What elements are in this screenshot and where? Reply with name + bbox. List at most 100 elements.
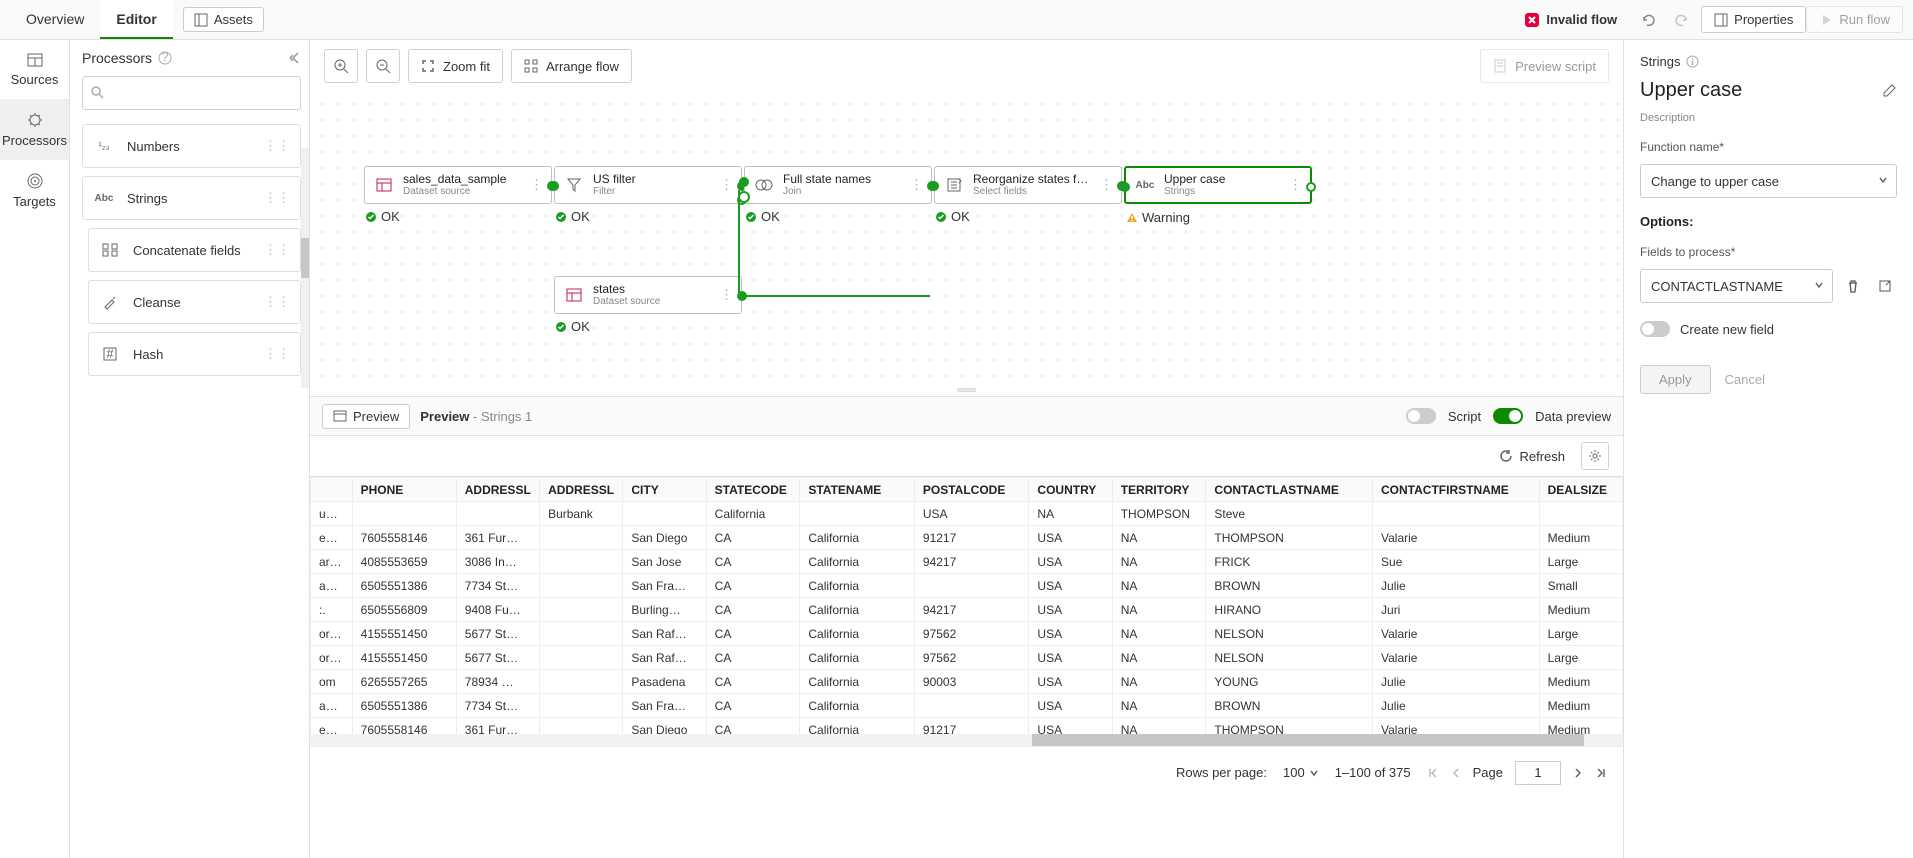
search-icon bbox=[90, 85, 104, 99]
properties-button[interactable]: Properties bbox=[1701, 6, 1806, 33]
column-header[interactable]: CONTACTFIRSTNAME bbox=[1373, 478, 1540, 502]
vertical-resize-handle[interactable]: ══ bbox=[310, 382, 1623, 396]
column-header[interactable]: POSTALCODE bbox=[914, 478, 1029, 502]
node-upper-case[interactable]: Abc Upper caseStrings ⋮ Warning bbox=[1124, 166, 1312, 204]
column-header[interactable]: CONTACTLASTNAME bbox=[1206, 478, 1373, 502]
invalid-flow-indicator: Invalid flow bbox=[1512, 12, 1629, 28]
table-row[interactable]: ors Ltd.41555514505677 St…San Raf…CACali… bbox=[311, 646, 1623, 670]
panel-right-icon bbox=[1714, 13, 1728, 27]
apply-button[interactable]: Apply bbox=[1640, 365, 1711, 394]
rail-sources[interactable]: Sources bbox=[0, 40, 69, 99]
processor-concatenate[interactable]: Concatenate fields ⋮⋮ bbox=[88, 228, 301, 272]
node-menu-icon[interactable]: ⋮ bbox=[910, 177, 923, 193]
table-row[interactable]: as Co.65055513867734 St…San Fra…CACalifo… bbox=[311, 694, 1623, 718]
delete-field-button[interactable] bbox=[1841, 274, 1865, 298]
node-states[interactable]: statesDataset source ⋮ OK bbox=[554, 276, 742, 314]
column-header[interactable]: ADDRESSL bbox=[456, 478, 539, 502]
script-toggle-label: Script bbox=[1448, 409, 1481, 424]
zoom-out-button[interactable] bbox=[366, 49, 400, 83]
fields-to-process-select[interactable] bbox=[1640, 269, 1833, 303]
table-row[interactable]: om626555726578934 …PasadenaCACalifornia9… bbox=[311, 670, 1623, 694]
node-us-filter[interactable]: US filterFilter ⋮ OK bbox=[554, 166, 742, 204]
table-row[interactable]: :.65055568099408 Fu…Burling…CACalifornia… bbox=[311, 598, 1623, 622]
node-status: OK bbox=[745, 209, 780, 224]
data-preview-toggle[interactable] bbox=[1493, 408, 1523, 424]
table-row[interactable]: as Co.65055513867734 St…San Fra…CACalifo… bbox=[311, 574, 1623, 598]
function-name-select[interactable] bbox=[1640, 164, 1897, 198]
data-grid[interactable]: PHONEADDRESSLADDRESSLCITYSTATECODESTATEN… bbox=[310, 476, 1623, 734]
next-page-button[interactable] bbox=[1573, 767, 1583, 779]
flow-canvas[interactable]: sales_data_sampleDataset source ⋮ OK US … bbox=[310, 92, 1623, 382]
node-menu-icon[interactable]: ⋮ bbox=[530, 177, 543, 193]
zoom-fit-icon bbox=[421, 59, 435, 73]
table-settings-button[interactable] bbox=[1581, 442, 1609, 470]
run-flow-button[interactable]: Run flow bbox=[1806, 6, 1903, 33]
error-icon bbox=[1524, 12, 1540, 28]
expand-field-button[interactable] bbox=[1873, 274, 1897, 298]
preview-chip[interactable]: Preview bbox=[322, 404, 410, 429]
processor-numbers[interactable]: ¹₂₃ Numbers ⋮⋮ bbox=[82, 124, 301, 168]
strings-icon: Abc bbox=[95, 193, 113, 204]
column-header[interactable]: STATENAME bbox=[800, 478, 915, 502]
processor-search-input[interactable] bbox=[82, 76, 301, 110]
prev-page-button[interactable] bbox=[1451, 767, 1461, 779]
column-header[interactable]: COUNTRY bbox=[1029, 478, 1112, 502]
page-input[interactable] bbox=[1515, 761, 1561, 785]
help-icon[interactable]: ? bbox=[158, 51, 172, 65]
node-reorganize-states[interactable]: Reorganize states f…Select fields ⋮ OK bbox=[934, 166, 1122, 204]
script-toggle[interactable] bbox=[1406, 408, 1436, 424]
assets-button[interactable]: Assets bbox=[183, 7, 264, 32]
node-full-state-names[interactable]: Full state namesJoin ⋮ OK bbox=[744, 166, 932, 204]
chevron-down-icon[interactable] bbox=[1877, 174, 1889, 186]
rail-targets[interactable]: Targets bbox=[0, 160, 69, 221]
table-row[interactable]: ors Ltd.41555514505677 St…San Raf…CACali… bbox=[311, 622, 1623, 646]
tab-overview[interactable]: Overview bbox=[10, 0, 100, 39]
arrange-flow-button[interactable]: Arrange flow bbox=[511, 49, 632, 83]
properties-description: Description bbox=[1640, 112, 1897, 124]
options-section-label: Options: bbox=[1640, 214, 1897, 229]
grid-horizontal-scrollbar[interactable] bbox=[310, 734, 1623, 746]
node-menu-icon[interactable]: ⋮ bbox=[720, 177, 733, 193]
create-new-field-toggle[interactable] bbox=[1640, 321, 1670, 337]
node-menu-icon[interactable]: ⋮ bbox=[720, 287, 733, 303]
processor-cleanse[interactable]: Cleanse ⋮⋮ bbox=[88, 280, 301, 324]
node-title: states bbox=[593, 282, 712, 296]
collapse-icon[interactable] bbox=[287, 50, 301, 64]
processors-scrollbar[interactable] bbox=[301, 148, 309, 388]
column-header[interactable]: CITY bbox=[623, 478, 706, 502]
last-page-button[interactable] bbox=[1595, 767, 1607, 779]
node-menu-icon[interactable]: ⋮ bbox=[1289, 177, 1302, 193]
column-header[interactable]: STATECODE bbox=[706, 478, 800, 502]
dataset-icon bbox=[563, 287, 585, 303]
chevron-down-icon[interactable] bbox=[1309, 768, 1319, 778]
cancel-button[interactable]: Cancel bbox=[1725, 372, 1765, 387]
zoom-fit-button[interactable]: Zoom fit bbox=[408, 49, 503, 83]
refresh-button[interactable]: Refresh bbox=[1499, 449, 1565, 464]
tab-editor[interactable]: Editor bbox=[100, 0, 172, 39]
info-icon[interactable] bbox=[1686, 55, 1699, 68]
rows-per-page-value[interactable]: 100 bbox=[1283, 765, 1305, 780]
column-header[interactable]: PHONE bbox=[352, 478, 456, 502]
column-header[interactable]: ADDRESSL bbox=[540, 478, 623, 502]
node-sales-data-sample[interactable]: sales_data_sampleDataset source ⋮ OK bbox=[364, 166, 552, 204]
table-row[interactable]: areho…40855536593086 In…San JoseCACalifo… bbox=[311, 550, 1623, 574]
table-row[interactable]: esign…7605558146361 Fur…San DiegoCACalif… bbox=[311, 718, 1623, 735]
zoom-in-button[interactable] bbox=[324, 49, 358, 83]
node-status: OK bbox=[365, 209, 400, 224]
edit-icon[interactable] bbox=[1881, 83, 1897, 99]
first-page-button[interactable] bbox=[1427, 767, 1439, 779]
preview-script-button[interactable]: Preview script bbox=[1480, 49, 1609, 83]
table-row[interactable]: esign…7605558146361 Fur…San DiegoCACalif… bbox=[311, 526, 1623, 550]
column-header[interactable] bbox=[311, 478, 353, 502]
processor-hash[interactable]: # Hash ⋮⋮ bbox=[88, 332, 301, 376]
column-header[interactable]: TERRITORY bbox=[1112, 478, 1206, 502]
rail-processors[interactable]: Processors bbox=[0, 99, 69, 160]
chevron-down-icon[interactable] bbox=[1813, 279, 1825, 291]
undo-button[interactable] bbox=[1629, 6, 1665, 34]
node-menu-icon[interactable]: ⋮ bbox=[1100, 177, 1113, 193]
properties-label: Properties bbox=[1734, 12, 1793, 27]
redo-button[interactable] bbox=[1665, 6, 1701, 34]
column-header[interactable]: DEALSIZE bbox=[1539, 478, 1622, 502]
processor-strings[interactable]: Abc Strings ⋮⋮ bbox=[82, 176, 301, 220]
table-row[interactable]: ubles…BurbankCaliforniaUSANATHOMPSONStev… bbox=[311, 502, 1623, 526]
